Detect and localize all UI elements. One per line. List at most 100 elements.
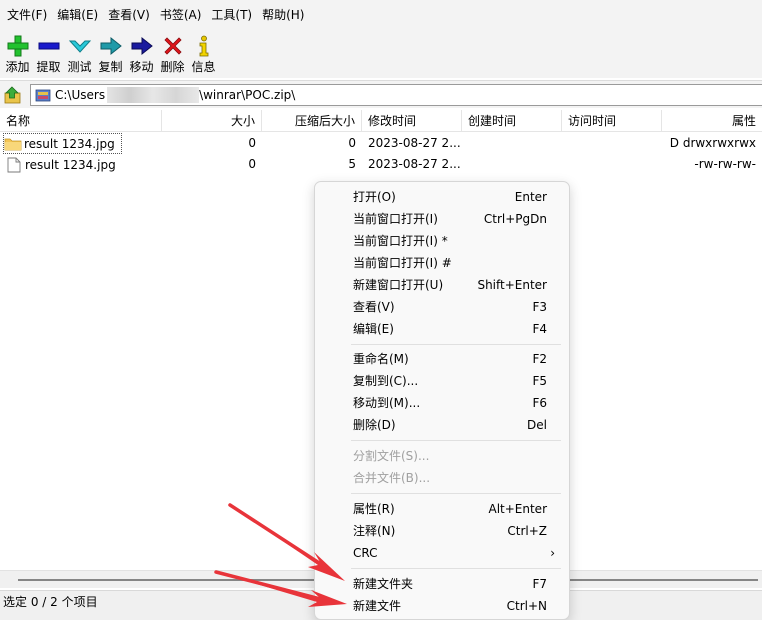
toolbar: 添加 提取 测试 复制 移动 删除 信息 — [0, 30, 762, 78]
menu-item-label: 新建窗口打开(U) — [353, 278, 444, 292]
menu-item-shortcut: Alt+Enter — [488, 502, 547, 516]
file-modified: 2023-08-27 2... — [368, 157, 461, 171]
menu-item-rename[interactable]: 重命名(M) F2 — [315, 348, 569, 370]
menu-item-label: CRC — [353, 546, 378, 560]
folder-icon — [4, 138, 22, 150]
menu-item-new-folder[interactable]: 新建文件夹 F7 — [315, 573, 569, 595]
menu-item-label: 查看(V) — [353, 300, 395, 314]
menu-item-new-file[interactable]: 新建文件 Ctrl+N — [315, 595, 569, 617]
file-name: result 1234.jpg — [25, 157, 116, 172]
menu-item-shortcut: Ctrl+Z — [507, 524, 547, 538]
col-attributes[interactable]: 属性 — [662, 110, 762, 132]
delete-icon — [160, 33, 186, 59]
col-modified[interactable]: 修改时间 — [362, 110, 462, 132]
menu-item-combine: 合并文件(B)... — [315, 467, 569, 489]
add-button[interactable]: 添加 — [2, 30, 33, 78]
file-name-cell[interactable]: result 1234.jpg — [3, 133, 122, 154]
menu-item-shortcut: F3 — [532, 300, 547, 314]
menu-item-label: 当前窗口打开(I) — [353, 212, 438, 226]
menu-item-label: 重命名(M) — [353, 352, 409, 366]
menu-item-edit[interactable]: 编辑(E) F4 — [315, 318, 569, 340]
menu-item-shortcut: Del — [527, 418, 547, 432]
file-packed-size: 5 — [348, 157, 356, 171]
menu-help[interactable]: 帮助(H) — [257, 0, 309, 30]
context-menu: 打开(O) Enter 当前窗口打开(I) Ctrl+PgDn 当前窗口打开(I) … — [314, 181, 570, 620]
menu-item-shortcut: Ctrl+PgDn — [483, 212, 547, 226]
menu-item-label: 当前窗口打开(I) * — [353, 234, 448, 248]
menu-item-label: 合并文件(B)... — [353, 471, 431, 485]
info-button[interactable]: 信息 — [188, 30, 219, 78]
table-row[interactable]: result 1234.jpg 0 5 2023-08-27 2... -rw-… — [0, 154, 762, 175]
menu-view[interactable]: 查看(V) — [103, 0, 155, 30]
file-modified: 2023-08-27 2... — [368, 136, 461, 150]
menu-item-open[interactable]: 打开(O) Enter — [315, 186, 569, 208]
menu-item-shortcut: F2 — [532, 352, 547, 366]
menu-item-shortcut: F6 — [532, 396, 547, 410]
move-button[interactable]: 移动 — [126, 30, 157, 78]
menu-separator — [351, 493, 561, 494]
menu-item-view[interactable]: 查看(V) F3 — [315, 296, 569, 318]
delete-button[interactable]: 删除 — [157, 30, 188, 78]
redacted-path-segment — [107, 87, 200, 103]
menu-item-shortcut: F4 — [532, 322, 547, 336]
menu-item-properties[interactable]: 属性(R) Alt+Enter — [315, 498, 569, 520]
extract-button[interactable]: 提取 — [33, 30, 64, 78]
delete-label: 删除 — [160, 60, 185, 74]
col-created[interactable]: 创建时间 — [462, 110, 562, 132]
status-text: 选定 0 / 2 个项目 — [3, 595, 98, 609]
menu-item-label: 属性(R) — [353, 502, 395, 516]
menu-item-label: 分割文件(S)... — [353, 449, 430, 463]
menu-item-shortcut: F7 — [532, 577, 547, 591]
col-size[interactable]: 大小 — [162, 110, 262, 132]
col-accessed[interactable]: 访问时间 — [562, 110, 662, 132]
menu-separator — [351, 440, 561, 441]
menu-item-open-inside-hash[interactable]: 当前窗口打开(I) # — [315, 252, 569, 274]
menu-item-label: 移动到(M)... — [353, 396, 421, 410]
menu-item-open-outside[interactable]: 新建窗口打开(U) Shift+Enter — [315, 274, 569, 296]
menu-item-crc[interactable]: CRC › — [315, 542, 569, 564]
menu-file[interactable]: 文件(F) — [2, 0, 52, 30]
menu-item-copy-to[interactable]: 复制到(C)... F5 — [315, 370, 569, 392]
address-suffix: \winrar\POC.zip\ — [199, 88, 296, 102]
menu-item-label: 新建文件 — [353, 599, 402, 613]
menu-edit[interactable]: 编辑(E) — [52, 0, 103, 30]
menu-item-label: 当前窗口打开(I) # — [353, 256, 452, 270]
menu-item-shortcut: Ctrl+N — [506, 599, 547, 613]
up-folder-button[interactable] — [3, 85, 23, 105]
menu-tools[interactable]: 工具(T) — [206, 0, 257, 30]
move-label: 移动 — [129, 60, 154, 74]
menu-item-delete[interactable]: 删除(D) Del — [315, 414, 569, 436]
test-icon — [67, 33, 93, 59]
menu-separator — [351, 344, 561, 345]
archive-icon — [35, 89, 51, 102]
add-icon — [5, 33, 31, 59]
address-field[interactable]: C:\Users \winrar\POC.zip\ — [30, 84, 762, 106]
file-packed-size: 0 — [348, 136, 356, 150]
col-name[interactable]: 名称 — [0, 110, 162, 132]
file-size: 0 — [248, 157, 256, 171]
copy-label: 复制 — [98, 60, 123, 74]
menu-item-label: 注释(N) — [353, 524, 396, 538]
copy-button[interactable]: 复制 — [95, 30, 126, 78]
menu-item-open-inside[interactable]: 当前窗口打开(I) Ctrl+PgDn — [315, 208, 569, 230]
submenu-arrow-icon: › — [550, 546, 555, 560]
col-packed[interactable]: 压缩后大小 — [262, 110, 362, 132]
test-label: 测试 — [67, 60, 92, 74]
test-button[interactable]: 测试 — [64, 30, 95, 78]
list-header: 名称 大小 压缩后大小 修改时间 创建时间 访问时间 属性 — [0, 110, 762, 132]
menu-separator — [351, 568, 561, 569]
file-attributes: D drwxrwxrwx — [669, 136, 756, 150]
menu-bookmarks[interactable]: 书签(A) — [155, 0, 207, 30]
move-icon — [129, 33, 155, 59]
copy-icon — [98, 33, 124, 59]
table-row[interactable]: result 1234.jpg 0 0 2023-08-27 2... D dr… — [0, 133, 762, 154]
menu-item-shortcut: F5 — [532, 374, 547, 388]
file-size: 0 — [248, 136, 256, 150]
info-label: 信息 — [191, 60, 216, 74]
address-bar: C:\Users \winrar\POC.zip\ — [0, 80, 762, 108]
menu-item-move-to[interactable]: 移动到(M)... F6 — [315, 392, 569, 414]
file-name-cell[interactable]: result 1234.jpg — [7, 154, 116, 175]
menu-item-open-inside-star[interactable]: 当前窗口打开(I) * — [315, 230, 569, 252]
menu-item-comment[interactable]: 注释(N) Ctrl+Z — [315, 520, 569, 542]
menu-item-shortcut: Enter — [514, 190, 547, 204]
